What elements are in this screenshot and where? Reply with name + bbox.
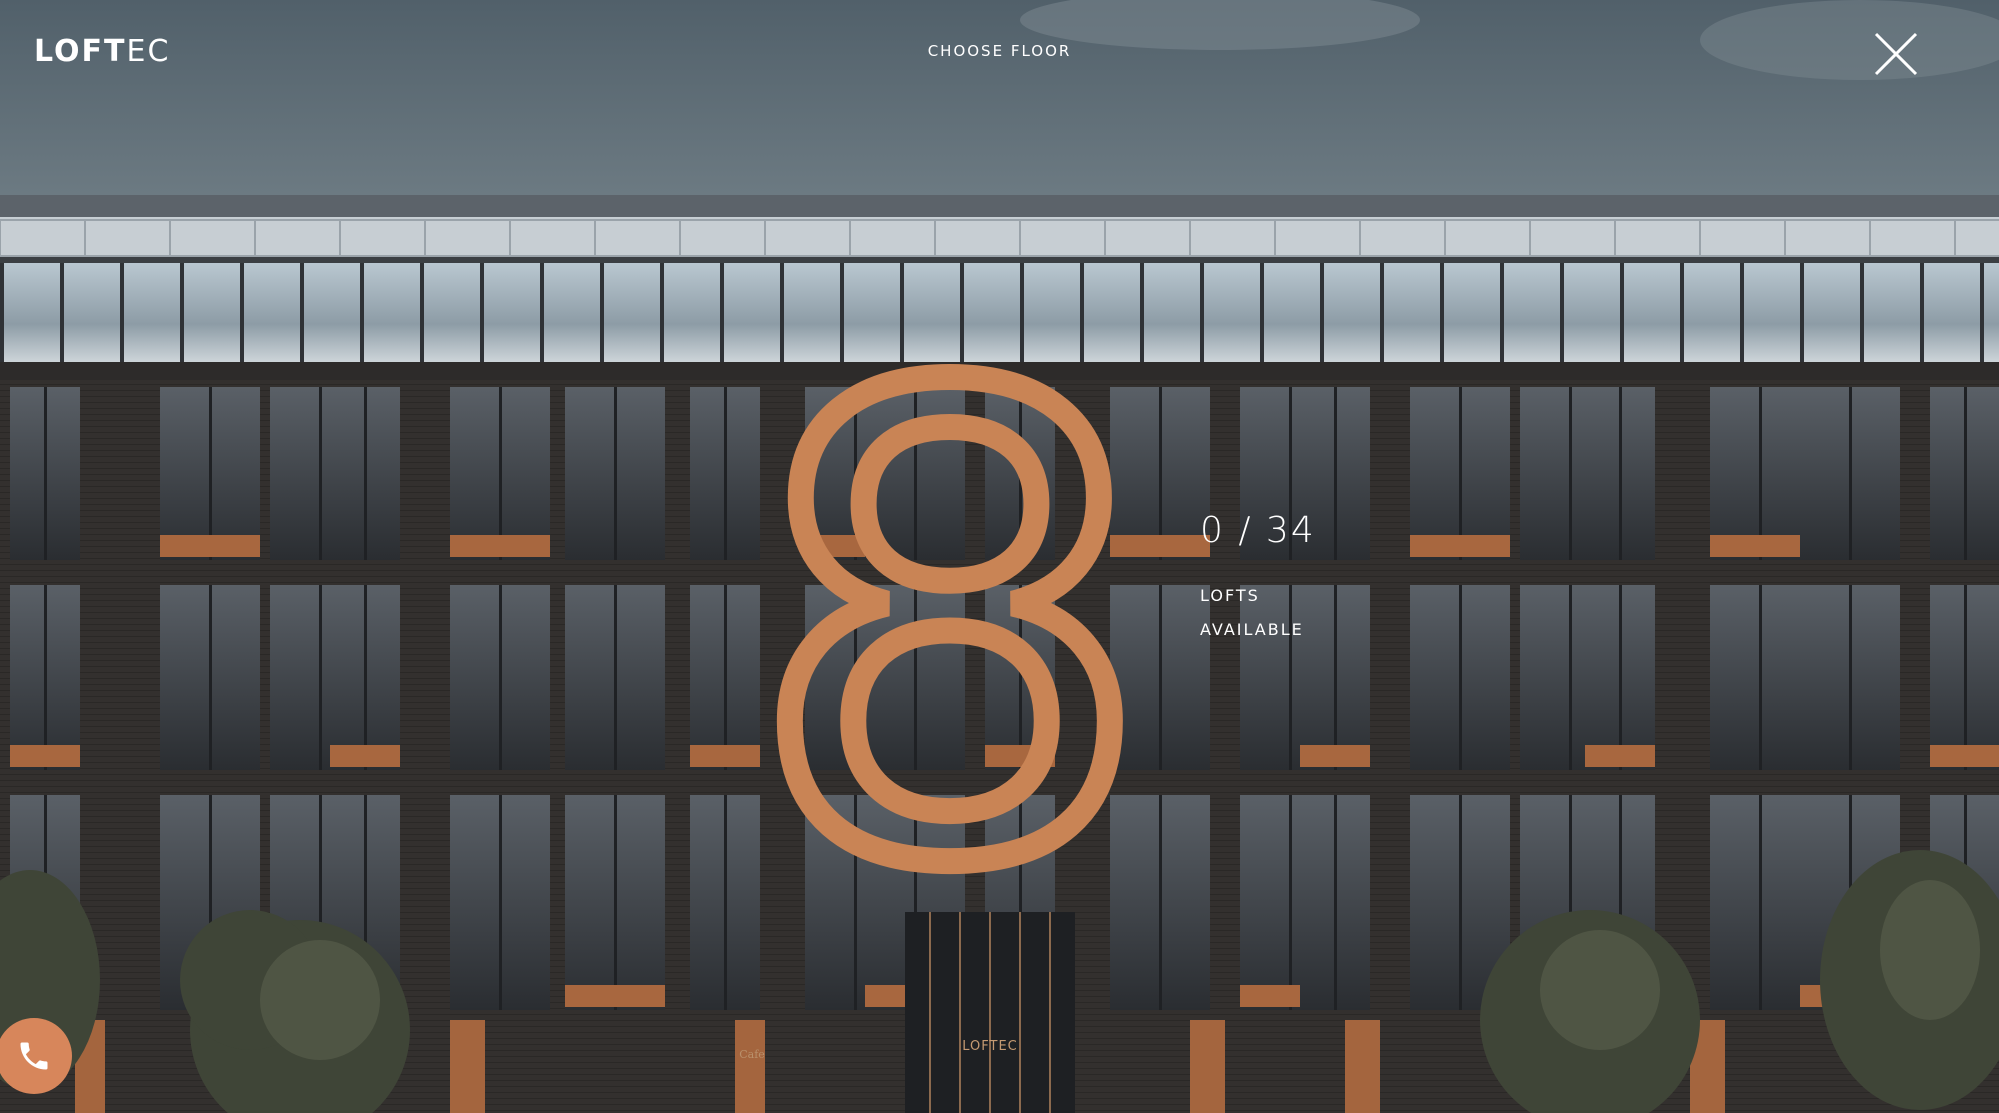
- cafe-sign: Cafe: [739, 1048, 765, 1061]
- close-icon: [1874, 32, 1918, 76]
- phone-icon: [20, 1042, 48, 1070]
- available-label-available: AVAILABLE: [1200, 620, 1304, 639]
- available-count: 0 / 34: [1200, 510, 1316, 551]
- floor-number-digit: 8: [770, 360, 1130, 880]
- page-title: CHOOSE FLOOR: [927, 42, 1072, 60]
- lofts-availability: 0 / 34 LOFTS AVAILABLE: [1200, 510, 1316, 647]
- floor-number: 8: [770, 360, 1130, 880]
- close-button[interactable]: [1872, 30, 1920, 78]
- entrance-sign: LOFTEC: [962, 1039, 1018, 1054]
- available-label-lofts: LOFTS: [1200, 586, 1260, 605]
